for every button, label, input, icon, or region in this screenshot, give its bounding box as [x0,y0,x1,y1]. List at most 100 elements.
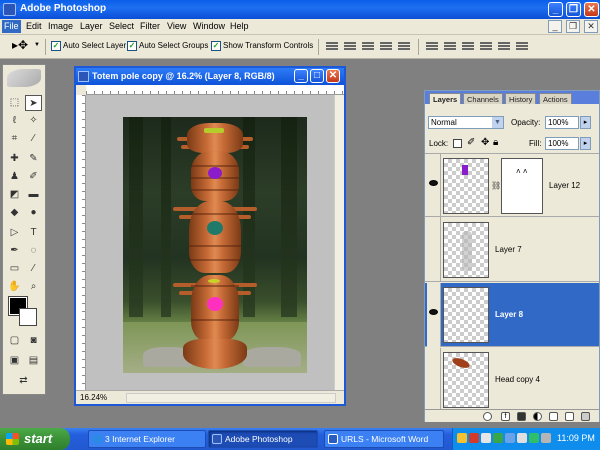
blend-mode-select[interactable]: Normal ▼ [428,116,504,129]
menu-help[interactable]: Help [230,21,249,31]
tray-icon[interactable] [529,433,539,443]
lock-all-icon[interactable]: 🔒︎ [493,137,498,148]
clone-stamp-tool-icon[interactable]: ♟ [6,169,23,185]
layer-visibility-toggle[interactable] [427,348,441,412]
quick-mask-mode-icon[interactable]: ◙ [25,333,42,349]
vertical-ruler[interactable] [76,95,86,390]
align-vcenter-icon[interactable] [344,41,356,52]
marquee-tool-icon[interactable]: ⬚ [6,95,23,111]
menu-layer[interactable]: Layer [80,21,103,31]
start-button[interactable]: start [0,428,70,450]
opacity-input[interactable]: 100% [545,116,579,129]
pen-tool-icon[interactable]: ✒ [6,243,23,259]
align-hcenter-icon[interactable] [398,41,410,52]
align-left-icon[interactable] [380,41,392,52]
distribute-bottom-icon[interactable] [462,41,474,52]
align-top-icon[interactable] [326,41,338,52]
document-minimize-button[interactable]: _ [294,69,308,83]
menu-select[interactable]: Select [109,21,134,31]
adjustment-layer-icon[interactable] [533,412,542,421]
dodge-tool-icon[interactable]: ● [25,205,42,221]
standard-mode-icon[interactable]: ▢ [6,333,23,349]
close-button[interactable]: ✕ [584,2,599,17]
distribute-right-icon[interactable] [516,41,528,52]
document-title-bar[interactable]: Totem pole copy @ 16.2% (Layer 8, RGB/8)… [76,68,344,85]
new-group-icon[interactable] [549,412,558,421]
layer-row[interactable]: Layer 7 [425,218,599,282]
layer-name[interactable]: Layer 7 [495,245,522,254]
slice-tool-icon[interactable]: ∕ [25,131,42,147]
taskbar-item-word[interactable]: URLS - Microsoft Word [324,430,444,448]
blur-tool-icon[interactable]: ◆ [6,205,23,221]
lasso-tool-icon[interactable]: ℓ [6,113,23,129]
vertical-scrollbar[interactable] [334,95,344,390]
auto-select-groups-checkbox[interactable]: ✓ [127,41,137,51]
fill-input[interactable]: 100% [545,137,579,150]
taskbar-item-internet-explorer[interactable]: 3 Internet Explorer [88,430,206,448]
lock-image-icon[interactable]: ✐ [467,137,475,148]
layer-name[interactable]: Layer 8 [495,310,523,319]
tab-channels[interactable]: Channels [463,93,503,104]
tray-icon[interactable] [541,433,551,443]
network-icon[interactable] [505,433,515,443]
restore-button[interactable]: ❐ [566,2,581,17]
horizontal-ruler[interactable] [86,85,344,95]
healing-brush-tool-icon[interactable]: ✚ [6,151,23,167]
distribute-hcenter-icon[interactable] [498,41,510,52]
chevron-down-icon[interactable]: ▼ [34,42,40,48]
totem-pole-image[interactable] [123,117,307,373]
document-maximize-button[interactable]: □ [310,69,324,83]
layer-row[interactable]: Layer 8 [425,283,599,347]
path-selection-tool-icon[interactable]: ▷ [6,225,23,241]
doc-minimize-button[interactable]: _ [548,20,562,33]
menu-image[interactable]: Image [48,21,73,31]
history-brush-tool-icon[interactable]: ✐ [25,169,42,185]
move-tool-preset-icon[interactable]: ▸✥ [12,38,28,52]
layer-name[interactable]: Head copy 4 [495,375,540,384]
screen-mode-full-icon[interactable]: ▤ [25,353,42,369]
menu-window[interactable]: Window [193,21,225,31]
tab-actions[interactable]: Actions [539,93,572,104]
distribute-left-icon[interactable] [480,41,492,52]
tab-history[interactable]: History [505,93,537,104]
move-tool-icon[interactable]: ➤ [25,95,42,111]
taskbar-item-photoshop[interactable]: Adobe Photoshop [208,430,318,448]
layer-name[interactable]: Layer 12 [549,181,580,190]
lock-transparency-icon[interactable] [453,139,462,148]
menu-view[interactable]: View [167,21,186,31]
new-layer-icon[interactable] [565,412,574,421]
layer-style-icon[interactable]: f [501,412,510,421]
hand-tool-icon[interactable]: ✋ [6,279,23,295]
opacity-slider-button[interactable]: ▸ [580,116,591,129]
zoom-tool-icon[interactable]: ⌕ [25,279,42,295]
shape-tool-icon[interactable]: ◌ [25,243,42,259]
distribute-top-icon[interactable] [426,41,438,52]
eraser-tool-icon[interactable]: ◩ [6,187,23,203]
screen-mode-icon[interactable]: ▣ [6,353,23,369]
notes-tool-icon[interactable]: ▭ [6,261,23,277]
layer-visibility-toggle[interactable] [427,218,441,282]
canvas-area[interactable] [86,95,334,390]
layer-row[interactable]: ⛓ ˄ ˄ Layer 12 [425,153,599,218]
type-tool-icon[interactable]: T [25,225,42,241]
layer-visibility-toggle[interactable] [427,283,441,347]
eyedropper-tool-icon[interactable]: ⁄ [25,261,42,277]
tray-icon[interactable] [469,433,479,443]
gradient-tool-icon[interactable]: ▬ [25,187,42,203]
trash-icon[interactable] [581,412,590,421]
magic-wand-tool-icon[interactable]: ✧ [25,113,42,129]
link-icon[interactable]: ⛓ [491,181,501,190]
menu-file[interactable]: File [2,20,21,33]
tray-icon[interactable] [457,433,467,443]
align-bottom-icon[interactable] [362,41,374,52]
minimize-button[interactable]: _ [548,2,563,17]
doc-restore-button[interactable]: ❐ [566,20,580,33]
tray-icon[interactable] [493,433,503,443]
show-transform-checkbox[interactable]: ✓ [211,41,221,51]
clock[interactable]: 11:09 PM [557,433,595,443]
menu-filter[interactable]: Filter [140,21,160,31]
tray-icon[interactable] [517,433,527,443]
auto-select-layer-checkbox[interactable]: ✓ [51,41,61,51]
brush-tool-icon[interactable]: ✎ [25,151,42,167]
jump-to-imageready-icon[interactable]: ⇄ [15,373,32,389]
